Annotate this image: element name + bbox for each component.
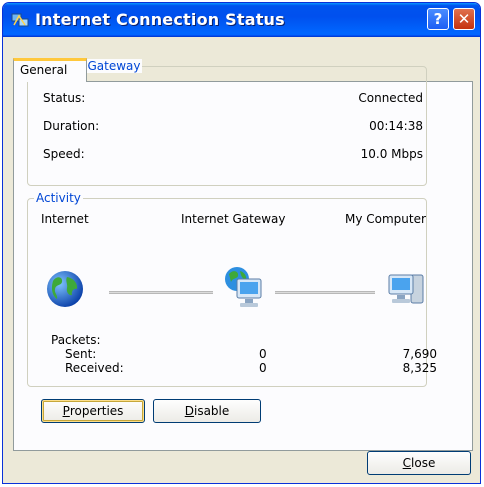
disable-button-label: isable [193,404,230,418]
globe-icon [47,271,83,307]
gateway-sent-value: 0 [259,347,267,361]
help-button[interactable]: ? [427,8,449,30]
disable-button-accelerator: D [184,404,194,418]
close-button-accelerator: C [402,456,412,470]
connection-line-left [109,291,213,294]
node-label-my-computer: My Computer [345,212,426,226]
packets-label: Packets: [51,333,101,347]
computer-icon [388,274,424,304]
properties-button-accelerator: P [62,404,70,418]
computer-received-value: 8,325 [402,361,437,375]
close-icon: ✕ [457,10,471,28]
close-window-button[interactable]: ✕ [453,8,475,30]
gateway-received-value: 0 [259,361,267,375]
disable-button[interactable]: Disable [153,399,261,423]
received-label: Received: [65,361,124,375]
node-label-internet: Internet [41,212,89,226]
connection-line-right [275,291,375,294]
node-label-internet-gateway: Internet Gateway [181,212,286,226]
status-value: Connected [358,91,423,105]
connection-status-window: Internet Connection Status ? ✕ General I… [2,2,481,484]
duration-value: 00:14:38 [369,119,423,133]
speed-label: Speed: [43,147,85,161]
tab-general[interactable]: General [13,58,87,82]
status-label: Status: [43,91,86,105]
properties-button-label: roperties [69,404,124,418]
help-icon: ? [433,10,443,28]
window-title: Internet Connection Status [35,10,285,29]
duration-label: Duration: [43,119,100,133]
close-button-label: lose [411,456,436,470]
properties-button[interactable]: Properties [41,399,145,423]
title-bar[interactable]: Internet Connection Status ? ✕ [3,3,480,37]
network-connection-icon [11,13,29,27]
close-button[interactable]: Close [367,451,471,475]
group-title-activity: Activity [34,191,83,205]
gateway-computer-icon [225,267,262,307]
sent-label: Sent: [65,347,97,361]
speed-value: 10.0 Mbps [360,147,423,161]
computer-sent-value: 7,690 [402,347,437,361]
